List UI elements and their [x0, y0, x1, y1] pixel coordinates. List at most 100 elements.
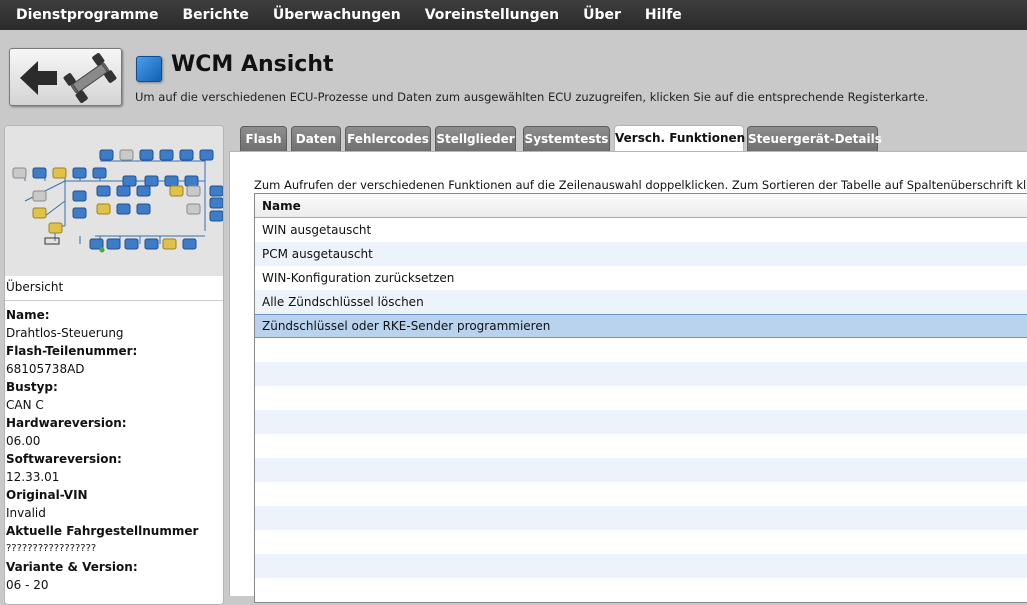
ecu-node — [92, 167, 107, 179]
tab-fehlercodes[interactable]: Fehlercodes — [345, 126, 431, 151]
ecu-node — [32, 167, 47, 179]
diagnostic-connector-icon — [44, 237, 60, 245]
ecu-node — [179, 149, 194, 161]
ecu-node — [186, 203, 201, 215]
ecu-node — [182, 238, 197, 250]
ecu-node — [12, 167, 27, 179]
ecu-node — [144, 175, 159, 187]
menu-bar: Dienstprogramme Berichte Überwachungen V… — [0, 0, 1027, 30]
functions-table: Name WIN ausgetauscht PCM ausgetauscht W… — [254, 193, 1027, 603]
info-label-original-vin: Original-VIN — [6, 488, 88, 502]
ecu-node — [116, 185, 131, 197]
ecu-node — [159, 149, 174, 161]
table-row-empty — [255, 482, 1027, 506]
blue-square-icon — [136, 56, 162, 82]
ecu-node — [164, 175, 179, 187]
menu-ueber[interactable]: Über — [571, 0, 633, 30]
page-subtitle: Um auf die verschiedenen ECU-Prozesse un… — [135, 90, 929, 104]
page-title: WCM Ansicht — [171, 52, 334, 77]
ecu-node — [99, 149, 114, 161]
ecu-node — [209, 185, 223, 197]
table-row-empty — [255, 362, 1027, 386]
table-row[interactable]: WIN-Konfiguration zurücksetzen — [255, 266, 1027, 290]
table-row[interactable]: PCM ausgetauscht — [255, 242, 1027, 266]
network-topology-diagram[interactable] — [5, 126, 223, 276]
info-value-hardware: 06.00 — [6, 434, 41, 448]
ecu-node — [122, 175, 137, 187]
ecu-node — [32, 207, 47, 219]
menu-ueberwachungen[interactable]: Überwachungen — [261, 0, 413, 30]
table-row-empty — [255, 602, 1027, 603]
info-label-name: Name: — [6, 308, 50, 322]
table-row-empty — [255, 338, 1027, 362]
overview-label: Übersicht — [6, 280, 64, 294]
info-label-current-vin: Aktuelle Fahrgestellnummer — [6, 524, 199, 538]
table-row-selected[interactable]: Zündschlüssel oder RKE-Sender programmie… — [255, 314, 1027, 338]
instructions-text: Zum Aufrufen der verschiedenen Funktione… — [254, 178, 1027, 192]
ecu-node — [52, 167, 67, 179]
tab-content: Zum Aufrufen der verschiedenen Funktione… — [229, 151, 1027, 603]
info-value-original-vin: Invalid — [6, 506, 46, 520]
ecu-node — [72, 190, 87, 202]
table-row-empty — [255, 458, 1027, 482]
ecu-node — [209, 210, 223, 222]
ecu-node — [209, 197, 223, 209]
ecu-node — [199, 149, 214, 161]
ecu-node — [72, 167, 87, 179]
ecu-node — [139, 149, 154, 161]
ecu-node — [119, 149, 134, 161]
ecu-node — [48, 222, 63, 234]
ecu-info-list: Name: Drahtlos-Steuerung Flash-Teilenumm… — [6, 306, 221, 594]
info-label-software: Softwareversion: — [6, 452, 122, 466]
ecu-node — [89, 238, 104, 250]
column-header-name[interactable]: Name — [255, 194, 1027, 218]
table-row[interactable]: Alle Zündschlüssel löschen — [255, 290, 1027, 314]
table-row-empty — [255, 506, 1027, 530]
ecu-node — [136, 185, 151, 197]
status-dot — [99, 247, 105, 253]
menu-berichte[interactable]: Berichte — [171, 0, 261, 30]
tab-daten[interactable]: Daten — [291, 126, 341, 151]
tab-versch-funktionen[interactable]: Versch. Funktionen — [614, 125, 745, 153]
menu-hilfe[interactable]: Hilfe — [633, 0, 694, 30]
ecu-info-panel: Übersicht Name: Drahtlos-Steuerung Flash… — [4, 125, 224, 605]
network-topology-icon — [12, 149, 223, 253]
ecu-node — [106, 238, 121, 250]
info-value-bus-type: CAN C — [6, 398, 44, 412]
ecu-node — [169, 185, 184, 197]
ecu-node — [124, 238, 139, 250]
tab-systemtests[interactable]: Systemtests — [523, 126, 610, 151]
ecu-node — [96, 185, 111, 197]
panel-divider — [5, 300, 223, 301]
ecu-node — [136, 203, 151, 215]
menu-voreinstellungen[interactable]: Voreinstellungen — [413, 0, 571, 30]
menu-dienstprogramme[interactable]: Dienstprogramme — [0, 0, 171, 30]
ecu-node — [32, 190, 47, 202]
back-button[interactable] — [9, 48, 122, 106]
tab-flash[interactable]: Flash — [240, 126, 287, 151]
table-row-empty — [255, 434, 1027, 458]
ecu-node — [96, 203, 111, 215]
ecu-node — [184, 175, 199, 187]
info-label-variant: Variante & Version: — [6, 560, 138, 574]
info-label-flash-part: Flash-Teilenummer: — [6, 344, 138, 358]
info-value-variant: 06 - 20 — [6, 578, 49, 592]
ecu-node — [116, 203, 131, 215]
info-value-name: Drahtlos-Steuerung — [6, 326, 124, 340]
ecu-node — [186, 185, 201, 197]
ecu-node — [162, 238, 177, 250]
info-value-flash-part: 68105738AD — [6, 362, 85, 376]
info-label-hardware: Hardwareversion: — [6, 416, 127, 430]
info-value-current-vin: ????????????????? — [6, 543, 97, 554]
table-row-empty — [255, 410, 1027, 434]
table-row-empty — [255, 530, 1027, 554]
info-value-software: 12.33.01 — [6, 470, 60, 484]
bus-line — [44, 200, 66, 217]
tab-steuergeraet-details[interactable]: Steuergerät-Details — [747, 126, 882, 151]
table-row-empty — [255, 386, 1027, 410]
back-arrow-chassis-icon — [20, 53, 117, 103]
tab-stellglieder[interactable]: Stellglieder — [435, 126, 516, 151]
ecu-node — [144, 238, 159, 250]
info-label-bus-type: Bustyp: — [6, 380, 58, 394]
table-row[interactable]: WIN ausgetauscht — [255, 218, 1027, 242]
